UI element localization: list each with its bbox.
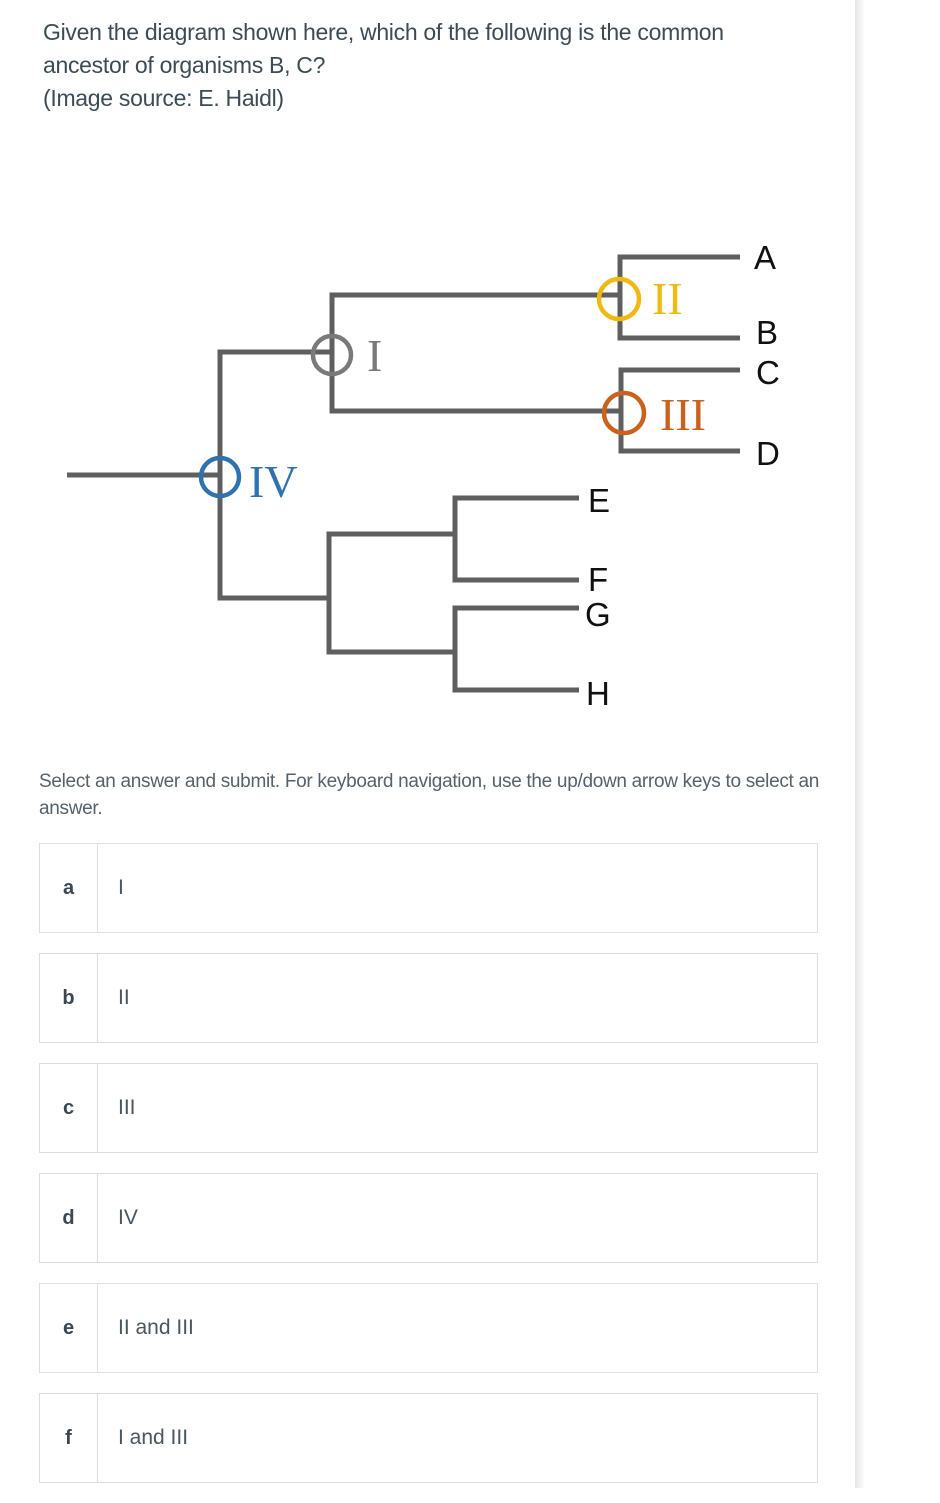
node-iv-label: IV [249,456,298,507]
branch-efgh [326,531,455,655]
answer-letter: b [40,954,98,1042]
answer-option-d[interactable]: d IV [39,1173,818,1263]
taxon-f-label: F [588,561,608,598]
answer-text: II and III [118,1316,194,1339]
taxon-g-label: G [585,596,611,633]
taxon-e-label: E [588,482,610,519]
taxon-c-label: C [756,354,780,391]
cladogram-diagram: IV I II III A B C D E F G H [67,239,780,712]
answer-text: I [118,876,124,899]
answer-text: I and III [118,1426,189,1449]
answer-option-a[interactable]: a I [39,843,818,933]
branch-ef [452,495,579,583]
node-ii-label: II [652,273,683,324]
question-line: Given the diagram shown here, which of t… [43,19,724,45]
answer-letter: c [40,1064,98,1152]
question-text: Given the diagram shown here, which of t… [43,16,823,115]
answer-letter: a [40,844,98,932]
answer-option-b[interactable]: b II [39,953,818,1043]
taxon-h-label: H [586,675,610,712]
node-iii-label: III [660,389,706,440]
question-card: Given the diagram shown here, which of t… [0,0,855,1488]
question-line: ancestor of organisms B, C? [43,52,326,78]
answer-letter: e [40,1284,98,1372]
image-source: (Image source: E. Haidl) [43,85,284,111]
page-edge-shadow [855,0,865,1488]
answer-letter: f [40,1394,98,1482]
answer-option-f[interactable]: f I and III [39,1393,818,1483]
taxon-a-label: A [754,239,776,276]
instructions-text: Select an answer and submit. For keyboar… [39,771,820,819]
answer-text: IV [118,1206,138,1229]
taxon-d-label: D [756,435,780,472]
answer-list: a I b II c III d IV e II and III f I and… [39,843,818,1503]
answer-text: II [118,986,130,1009]
answer-letter: d [40,1174,98,1262]
branch-gh [452,605,579,693]
answer-option-c[interactable]: c III [39,1063,818,1153]
answer-text: III [118,1096,136,1119]
taxon-b-label: B [756,314,778,351]
answer-option-e[interactable]: e II and III [39,1283,818,1373]
node-i-label: I [367,330,382,381]
